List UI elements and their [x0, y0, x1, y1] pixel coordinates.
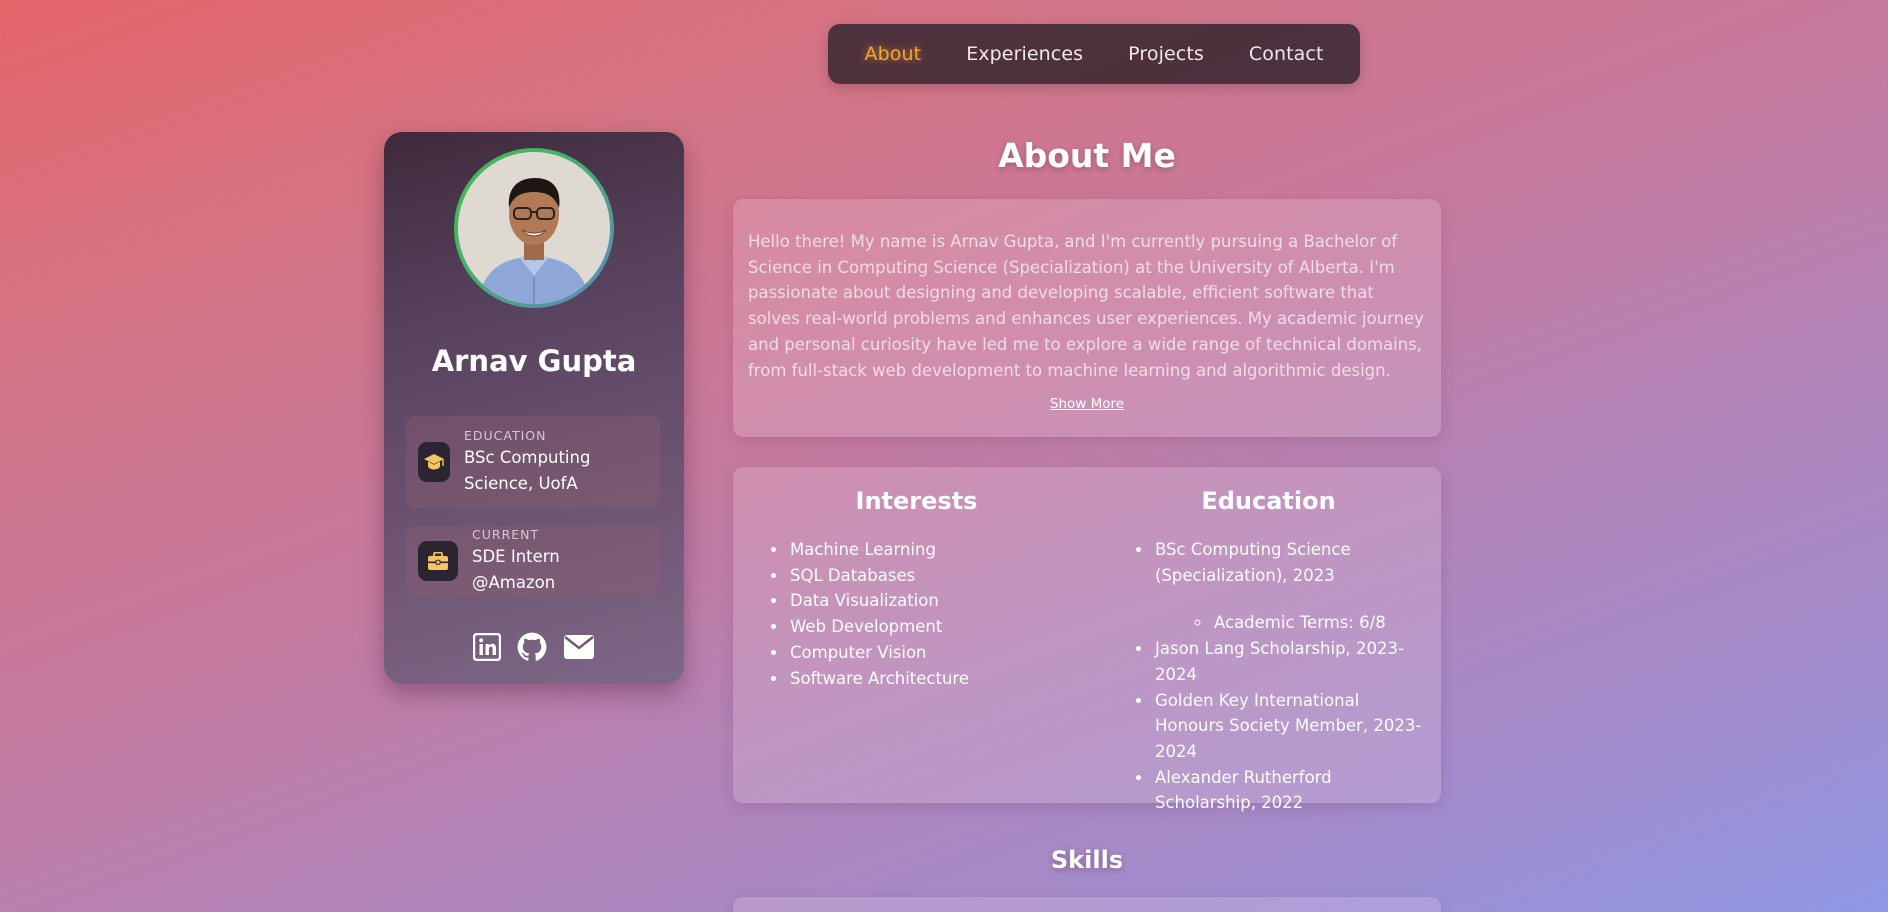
- education-degree: BSc Computing Science (Specialization), …: [1155, 540, 1351, 585]
- list-item: Golden Key International Honours Society…: [1153, 688, 1423, 765]
- interests-education-card: Interests Machine Learning SQL Databases…: [733, 467, 1441, 812]
- current-info-box: CURRENT SDE Intern @Amazon: [406, 526, 660, 596]
- nav-contact[interactable]: Contact: [1249, 43, 1324, 65]
- skills-title: Skills: [1050, 846, 1124, 874]
- education-title: Education: [1201, 487, 1336, 515]
- briefcase-icon: [418, 541, 458, 581]
- avatar: [458, 152, 610, 304]
- show-more-link[interactable]: Show More: [733, 396, 1441, 412]
- avatar-ring: [454, 148, 614, 308]
- mail-icon[interactable]: [563, 634, 595, 660]
- list-item: SQL Databases: [788, 563, 1078, 589]
- current-label: CURRENT: [472, 526, 540, 542]
- current-value: SDE Intern @Amazon: [472, 546, 560, 592]
- list-item: Data Visualization: [788, 588, 1078, 614]
- graduation-cap-icon: [418, 442, 450, 482]
- nav-about[interactable]: About: [865, 43, 922, 65]
- interests-title: Interests: [855, 487, 978, 515]
- nav-experiences[interactable]: Experiences: [966, 43, 1083, 65]
- interests-column: Interests Machine Learning SQL Databases…: [733, 467, 1078, 691]
- about-title: About Me: [998, 136, 1176, 175]
- about-card: Hello there! My name is Arnav Gupta, and…: [733, 199, 1441, 437]
- education-value: BSc Computing Science, UofA: [464, 447, 591, 493]
- list-item: Computer Vision: [788, 640, 1078, 666]
- github-icon[interactable]: [517, 632, 547, 662]
- list-item: Jason Lang Scholarship, 2023-2024: [1153, 636, 1423, 687]
- education-sublist: Academic Terms: 6/8: [1212, 610, 1405, 636]
- education-label: EDUCATION: [464, 427, 547, 443]
- about-paragraph: Hello there! My name is Arnav Gupta, and…: [748, 232, 1424, 380]
- education-info-text: EDUCATION BSc Computing Science, UofA: [464, 428, 614, 497]
- list-item: Academic Terms: 6/8: [1212, 610, 1405, 636]
- interests-list: Machine Learning SQL Databases Data Visu…: [788, 537, 1078, 691]
- nav-projects[interactable]: Projects: [1128, 43, 1204, 65]
- linkedin-icon[interactable]: [473, 633, 501, 661]
- profile-name: Arnav Gupta: [431, 344, 637, 378]
- avatar-photo: [458, 152, 610, 304]
- list-item: Alexander Rutherford Scholarship, 2022: [1153, 765, 1423, 816]
- education-column: Education BSc Computing Science (Special…: [1096, 467, 1441, 816]
- skills-card: [733, 897, 1441, 912]
- list-item: Software Architecture: [788, 666, 1078, 692]
- top-nav: About Experiences Projects Contact: [828, 24, 1360, 84]
- profile-card: Arnav Gupta EDUCATION BSc Computing Scie…: [384, 132, 684, 684]
- current-info-text: CURRENT SDE Intern @Amazon: [472, 527, 648, 596]
- education-list: BSc Computing Science (Specialization), …: [1153, 537, 1423, 816]
- list-item: BSc Computing Science (Specialization), …: [1153, 537, 1423, 636]
- education-info-box: EDUCATION BSc Computing Science, UofA: [406, 416, 660, 508]
- social-links: [384, 632, 684, 662]
- list-item: Web Development: [788, 614, 1078, 640]
- list-item: Machine Learning: [788, 537, 1078, 563]
